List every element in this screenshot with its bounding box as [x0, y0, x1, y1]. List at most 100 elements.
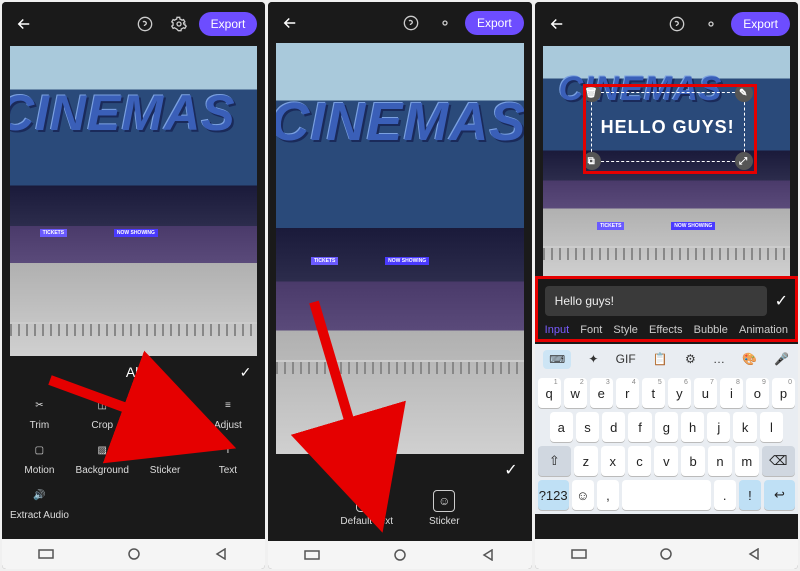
kb-toolbar-item[interactable]: 🎤 — [774, 352, 789, 366]
kb-toolbar-item[interactable]: … — [713, 352, 725, 366]
tool-extract-audio[interactable]: 🔊Extract Audio — [8, 482, 71, 523]
key-j[interactable]: j — [707, 412, 730, 442]
key-☺[interactable]: ☺ — [572, 480, 594, 510]
kb-toolbar-item[interactable]: 📋 — [653, 352, 668, 366]
duplicate-handle-icon[interactable]: ⧉ — [583, 152, 601, 170]
export-button[interactable]: Export — [199, 12, 258, 36]
gear-icon[interactable] — [165, 10, 193, 38]
help-icon[interactable] — [131, 10, 159, 38]
text-input-field[interactable] — [545, 286, 767, 316]
key-i[interactable]: i8 — [720, 378, 743, 408]
kb-toolbar-item[interactable]: GIF — [616, 352, 636, 366]
option-sticker[interactable]: ☺Sticker — [429, 490, 460, 527]
key-b[interactable]: b — [681, 446, 705, 476]
export-button[interactable]: Export — [731, 12, 790, 36]
export-button[interactable]: Export — [465, 11, 524, 35]
key-q[interactable]: q1 — [538, 378, 561, 408]
key-.[interactable]: . — [714, 480, 736, 510]
tool-adjust[interactable]: ≡Adjust — [196, 392, 259, 433]
tool-filters[interactable]: ✦Filters — [134, 392, 197, 433]
tool-label: Trim — [30, 420, 50, 431]
back-icon[interactable] — [276, 9, 304, 37]
video-preview[interactable]: CINEMAS TICKETS NOW SHOWING — [10, 46, 257, 356]
text-overlay[interactable]: HELLO GUYS! 🗑 ✎ ⧉ ⤢ — [591, 92, 745, 162]
key-w[interactable]: w2 — [564, 378, 587, 408]
key-?123[interactable]: ?123 — [538, 480, 569, 510]
nav-back-icon[interactable] — [473, 548, 503, 562]
gear-icon[interactable] — [431, 9, 459, 37]
key-⇧[interactable]: ⇧ — [538, 446, 571, 476]
key-d[interactable]: d — [602, 412, 625, 442]
delete-handle-icon[interactable]: 🗑 — [583, 84, 601, 102]
key-m[interactable]: m — [735, 446, 759, 476]
confirm-icon[interactable]: ✓ — [240, 364, 252, 381]
key-t[interactable]: t5 — [642, 378, 665, 408]
key-![interactable]: ! — [739, 480, 761, 510]
tab-font[interactable]: Font — [580, 324, 602, 336]
key-p[interactable]: p0 — [772, 378, 795, 408]
key-z[interactable]: z — [574, 446, 598, 476]
confirm-input-icon[interactable]: ✓ — [775, 291, 788, 311]
key-o[interactable]: o9 — [746, 378, 769, 408]
kb-toolbar-item[interactable]: ⚙ — [685, 352, 696, 366]
key-space[interactable] — [622, 480, 711, 510]
key-x[interactable]: x — [601, 446, 625, 476]
nav-back-icon[interactable] — [206, 547, 236, 561]
key-y[interactable]: y6 — [668, 378, 691, 408]
key-u[interactable]: u7 — [694, 378, 717, 408]
key-v[interactable]: v — [654, 446, 678, 476]
tool-trim[interactable]: ✂Trim — [8, 392, 71, 433]
video-preview[interactable]: CINEMAS TICKETS NOW SHOWING HELLO GUYS! … — [543, 46, 790, 278]
nav-recents-icon[interactable] — [564, 547, 594, 561]
edit-handle-icon[interactable]: ✎ — [735, 84, 753, 102]
tool-crop[interactable]: ◫Crop — [71, 392, 134, 433]
gear-icon[interactable] — [697, 10, 725, 38]
key-a[interactable]: a — [550, 412, 573, 442]
help-icon[interactable] — [663, 10, 691, 38]
key-e[interactable]: e3 — [590, 378, 613, 408]
key-f[interactable]: f — [628, 412, 651, 442]
key-c[interactable]: c — [628, 446, 652, 476]
help-icon[interactable] — [397, 9, 425, 37]
video-preview[interactable]: CINEMAS TICKETS NOW SHOWING — [276, 43, 523, 453]
text-icon: T — [217, 439, 239, 461]
tool-sticker[interactable]: ☺Sticker — [134, 437, 197, 478]
kb-toolbar-item[interactable]: 🎨 — [742, 352, 757, 366]
tool-motion[interactable]: ▢Motion — [8, 437, 71, 478]
key-g[interactable]: g — [655, 412, 678, 442]
text-overlay-content: HELLO GUYS! — [601, 117, 735, 138]
nav-home-icon[interactable] — [119, 547, 149, 561]
back-icon[interactable] — [543, 10, 571, 38]
nav-recents-icon[interactable] — [31, 547, 61, 561]
tab-bubble[interactable]: Bubble — [694, 324, 728, 336]
option-default-text[interactable]: ADefault Text — [340, 490, 393, 527]
topbar: Export — [268, 2, 531, 43]
key-↩[interactable]: ↩ — [764, 480, 795, 510]
nav-recents-icon[interactable] — [297, 548, 327, 562]
tools-header-label: All — [126, 364, 142, 380]
kb-toolbar-item[interactable]: ✦ — [588, 352, 598, 366]
key-l[interactable]: l — [760, 412, 783, 442]
key-,[interactable]: , — [597, 480, 619, 510]
key-⌫[interactable]: ⌫ — [762, 446, 795, 476]
tab-animation[interactable]: Animation — [739, 324, 788, 336]
key-k[interactable]: k — [733, 412, 756, 442]
key-n[interactable]: n — [708, 446, 732, 476]
tab-style[interactable]: Style — [613, 324, 637, 336]
nav-home-icon[interactable] — [651, 547, 681, 561]
confirm-icon[interactable]: ✓ — [504, 460, 517, 480]
tool-background[interactable]: ▨Background — [71, 437, 134, 478]
tool-text[interactable]: TText — [196, 437, 259, 478]
nav-back-icon[interactable] — [739, 547, 769, 561]
kb-toolbar-item[interactable]: ⌨ — [543, 350, 571, 369]
android-navbar — [2, 539, 265, 569]
tab-input[interactable]: Input — [545, 324, 569, 336]
resize-handle-icon[interactable]: ⤢ — [735, 152, 753, 170]
key-s[interactable]: s — [576, 412, 599, 442]
back-icon[interactable] — [10, 10, 38, 38]
nav-home-icon[interactable] — [385, 548, 415, 562]
key-r[interactable]: r4 — [616, 378, 639, 408]
key-h[interactable]: h — [681, 412, 704, 442]
extract-audio-icon: 🔊 — [28, 484, 50, 506]
tab-effects[interactable]: Effects — [649, 324, 682, 336]
